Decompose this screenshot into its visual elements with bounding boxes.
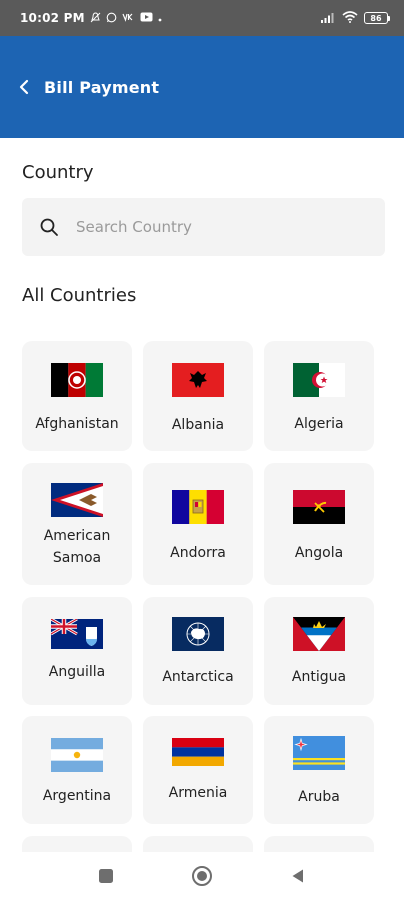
algeria-flag-icon — [293, 363, 345, 397]
antigua-flag-icon — [293, 617, 345, 651]
country-name: Antigua — [291, 669, 347, 685]
search-input[interactable] — [76, 218, 336, 236]
angola-flag-icon — [293, 490, 345, 524]
country-name: Andorra — [170, 545, 226, 561]
country-card-anguilla[interactable]: Anguilla — [22, 597, 132, 705]
status-left: 10:02 PM — [20, 11, 162, 25]
country-name: American Samoa — [43, 528, 111, 566]
recent-apps-icon — [99, 869, 113, 883]
status-bar: 10:02 PM 86 — [0, 0, 404, 36]
country-card-aruba[interactable]: Aruba — [264, 716, 374, 824]
recent-apps-button[interactable] — [93, 863, 119, 889]
american-samoa-flag-icon — [51, 483, 103, 517]
all-countries-label: All Countries — [22, 285, 137, 306]
country-card-antarctica[interactable]: Antarctica — [143, 597, 253, 705]
country-name: Afghanistan — [35, 416, 119, 432]
youtube-icon — [140, 12, 153, 24]
search-icon — [38, 216, 60, 238]
country-card-american-samoa[interactable]: American Samoa — [22, 463, 132, 585]
page-title: Bill Payment — [44, 77, 160, 97]
app-bar: Bill Payment — [0, 36, 404, 138]
country-card-partial[interactable] — [264, 836, 374, 852]
antarctica-flag-icon — [172, 617, 224, 651]
system-nav-bar — [0, 852, 404, 900]
country-name: Argentina — [42, 788, 112, 804]
aruba-flag-icon — [293, 736, 345, 770]
home-button[interactable] — [189, 863, 215, 889]
chevron-left-icon — [19, 79, 29, 95]
signal-icon — [320, 11, 336, 25]
albania-flag-icon — [172, 363, 224, 397]
country-section-label: Country — [22, 162, 94, 183]
country-card-antigua[interactable]: Antigua — [264, 597, 374, 705]
anguilla-flag-icon — [51, 619, 103, 649]
argentina-flag-icon — [51, 738, 103, 772]
battery-level: 86 — [364, 12, 388, 24]
battery-icon: 86 — [364, 12, 390, 24]
country-card-afghanistan[interactable]: Afghanistan — [22, 341, 132, 451]
status-right: 86 — [320, 11, 390, 25]
armenia-flag-icon — [172, 738, 224, 766]
country-name: Antarctica — [162, 669, 234, 685]
country-name: Algeria — [294, 416, 344, 432]
country-card-angola[interactable]: Angola — [264, 463, 374, 585]
back-icon — [292, 869, 303, 883]
country-name: Armenia — [168, 785, 228, 801]
country-card-partial[interactable] — [22, 836, 132, 852]
home-icon — [192, 866, 212, 886]
country-name: Aruba — [298, 789, 340, 805]
back-nav-button[interactable] — [285, 863, 311, 889]
search-box[interactable] — [22, 198, 385, 256]
country-card-algeria[interactable]: Algeria — [264, 341, 374, 451]
country-card-armenia[interactable]: Armenia — [143, 716, 253, 824]
andorra-flag-icon — [172, 490, 224, 524]
country-card-andorra[interactable]: Andorra — [143, 463, 253, 585]
mute-icon — [90, 11, 101, 25]
country-name: Albania — [171, 417, 225, 433]
country-card-argentina[interactable]: Argentina — [22, 716, 132, 824]
country-name: Anguilla — [48, 664, 106, 680]
country-name: Angola — [294, 545, 344, 561]
country-card-partial[interactable] — [143, 836, 253, 852]
status-time: 10:02 PM — [20, 11, 85, 25]
dot-icon — [158, 13, 162, 24]
vk-icon — [122, 12, 135, 24]
afghanistan-flag-icon — [51, 363, 103, 397]
back-button[interactable] — [14, 75, 34, 99]
wifi-icon — [342, 11, 358, 25]
country-card-albania[interactable]: Albania — [143, 341, 253, 451]
whatsapp-icon — [106, 12, 117, 25]
